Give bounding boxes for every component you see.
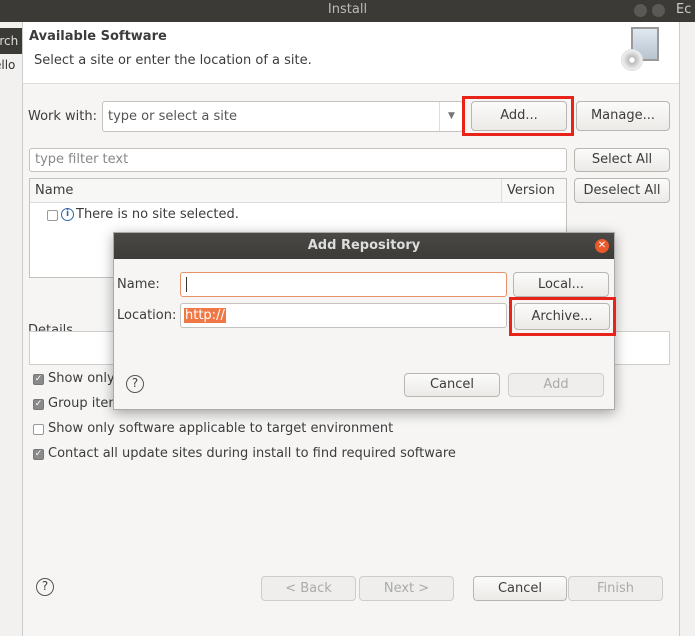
finish-button[interactable]: Finish <box>568 576 663 601</box>
background-window-right <box>680 22 695 636</box>
name-label: Name: <box>117 277 160 292</box>
location-value: http:// <box>184 308 226 323</box>
next-button[interactable]: Next > <box>359 576 454 601</box>
close-icon[interactable]: ✕ <box>595 239 609 253</box>
background-text: ello <box>0 58 16 72</box>
row-checkbox[interactable] <box>47 210 58 221</box>
local-button[interactable]: Local... <box>513 272 609 297</box>
location-label: Location: <box>117 308 177 323</box>
text-cursor <box>186 277 187 292</box>
add-repository-titlebar: Add Repository ✕ <box>114 233 614 259</box>
add-site-button[interactable]: Add... <box>471 101 567 131</box>
option-checkbox-contact-sites[interactable]: ✓ <box>33 449 44 460</box>
work-with-label: Work with: <box>28 109 98 124</box>
table-header: Name Version <box>30 179 566 203</box>
option-checkbox-latest[interactable]: ✓ <box>33 374 44 385</box>
dialog-title: Add Repository <box>307 238 421 253</box>
help-icon[interactable]: ? <box>126 375 144 393</box>
install-banner-icon <box>621 27 661 77</box>
window-titlebar: Install Ec <box>0 0 695 22</box>
filter-input[interactable]: type filter text <box>29 148 567 172</box>
page-title: Available Software <box>29 29 167 44</box>
close-icon[interactable] <box>652 4 665 17</box>
chevron-down-icon[interactable]: ▼ <box>439 102 463 131</box>
background-window-left: arch ello <box>0 22 22 636</box>
manage-button[interactable]: Manage... <box>576 101 670 131</box>
cancel-button[interactable]: Cancel <box>473 576 567 601</box>
option-checkbox-group[interactable]: ✓ <box>33 399 44 410</box>
select-all-button[interactable]: Select All <box>574 148 670 172</box>
add-repository-dialog: Add Repository ✕ Name: Local... Location… <box>113 232 616 410</box>
help-icon[interactable]: ? <box>36 578 54 596</box>
info-icon: i <box>61 208 74 221</box>
column-version[interactable]: Version <box>507 183 555 198</box>
empty-message: There is no site selected. <box>76 207 239 222</box>
work-with-combo[interactable]: type or select a site ▼ <box>102 101 463 132</box>
page-subtitle: Select a site or enter the location of a… <box>34 53 312 68</box>
name-input[interactable] <box>180 272 507 297</box>
option-label: Contact all update sites during install … <box>48 446 456 461</box>
work-with-input[interactable]: type or select a site <box>108 109 237 124</box>
column-name[interactable]: Name <box>35 183 73 198</box>
repo-add-button[interactable]: Add <box>508 373 604 397</box>
background-text: arch <box>0 28 22 54</box>
archive-button[interactable]: Archive... <box>514 303 610 330</box>
back-button[interactable]: < Back <box>261 576 356 601</box>
background-window-text: Ec <box>676 2 692 17</box>
option-checkbox-target-env[interactable] <box>33 424 44 435</box>
minimize-icon[interactable] <box>634 4 647 17</box>
option-label: Show only software applicable to target … <box>48 421 394 436</box>
window-title: Install <box>327 2 368 17</box>
location-input[interactable]: http:// <box>180 303 507 328</box>
repo-cancel-button[interactable]: Cancel <box>404 373 500 397</box>
dialog-header: Available Software Select a site or ente… <box>23 22 679 84</box>
deselect-all-button[interactable]: Deselect All <box>574 178 670 203</box>
